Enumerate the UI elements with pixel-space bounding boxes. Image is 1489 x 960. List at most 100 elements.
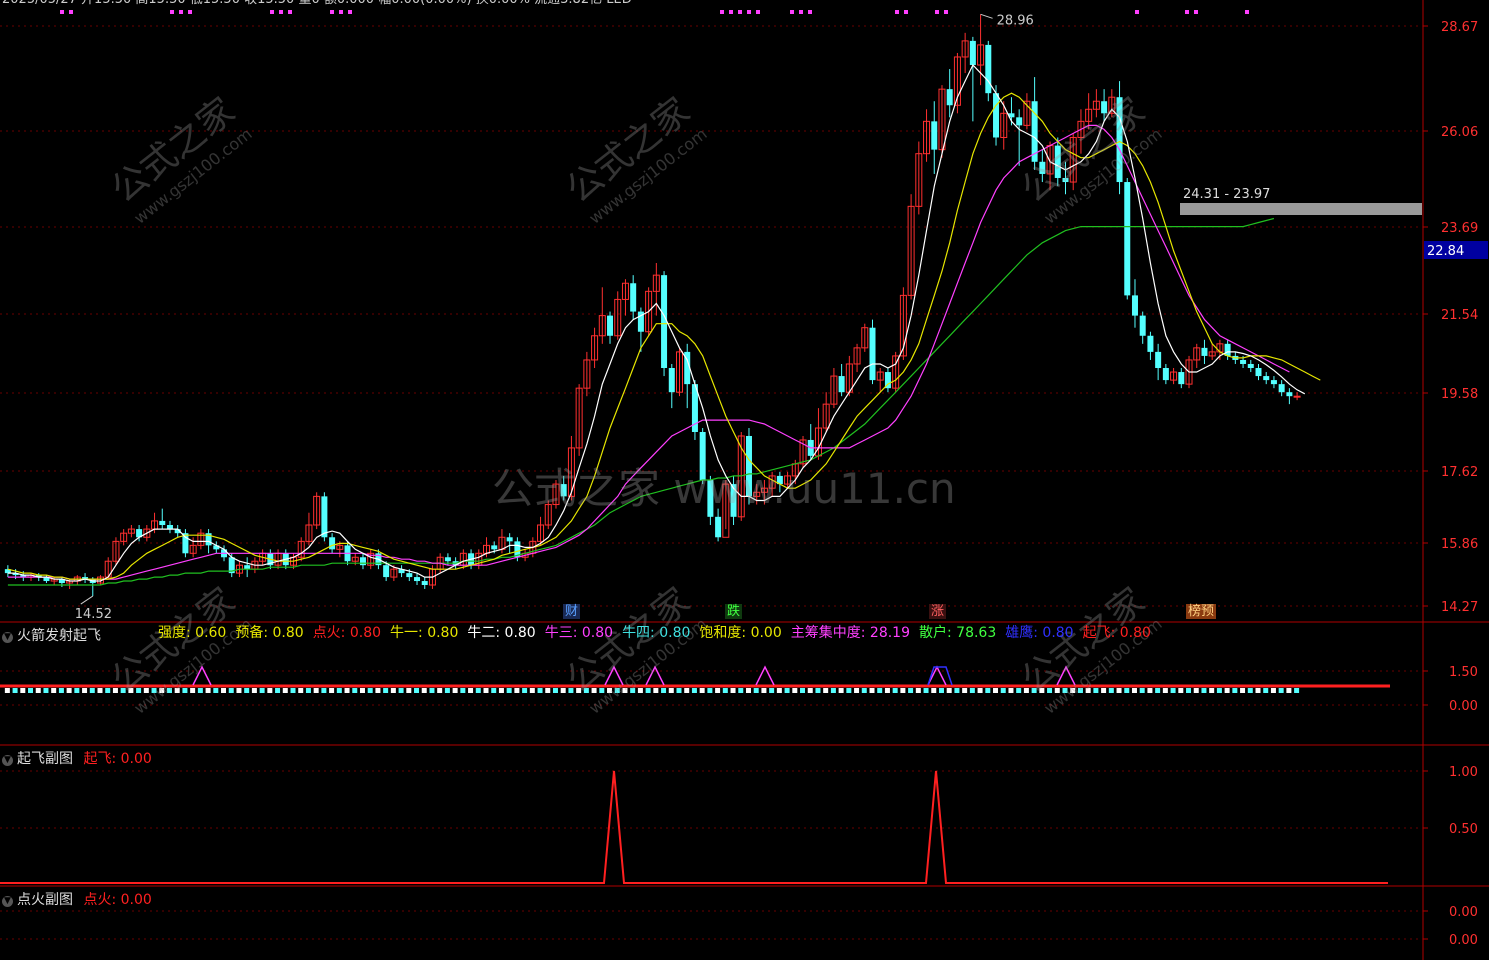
pane1-dot xyxy=(460,688,466,693)
candle-body-down xyxy=(321,496,328,538)
pane1-dot xyxy=(82,688,88,693)
pane1-dot xyxy=(12,688,18,693)
pane1-dot xyxy=(1178,688,1184,693)
pane1-dot xyxy=(58,688,64,693)
pane1-dot xyxy=(359,688,365,693)
candle-body-down xyxy=(1016,117,1023,126)
candle-body-down xyxy=(985,44,992,94)
top-signal-dot xyxy=(747,10,751,14)
pane1-dot xyxy=(522,688,528,693)
candle-body-down xyxy=(668,368,675,393)
candle-body-down xyxy=(444,557,451,562)
price-tick-label: 28.67 xyxy=(1441,20,1478,35)
pane1-dot xyxy=(838,688,844,693)
collapse-chevron-icon[interactable]: ▼ xyxy=(2,896,13,907)
candle-body-down xyxy=(1286,392,1293,397)
indicator-xiongying: 雄鹰: 0.80 xyxy=(1005,625,1074,641)
candle-body-down xyxy=(491,545,498,550)
pane2-title[interactable]: 起飞副图 xyxy=(17,751,73,767)
candle-body-down xyxy=(244,565,251,570)
indicator-zhuchou: 主筹集中度: 28.19 xyxy=(790,625,910,641)
candle-body-down xyxy=(969,40,976,66)
collapse-chevron-icon[interactable]: ▼ xyxy=(2,632,13,643)
pane1-dot xyxy=(444,688,450,693)
pane1-dot xyxy=(560,688,566,693)
pane1-dot xyxy=(784,688,790,693)
candle-body-down xyxy=(1139,315,1146,336)
pane1-dot xyxy=(228,688,234,693)
pane1-dot xyxy=(552,688,558,693)
top-signal-dot xyxy=(1245,10,1249,14)
candle-body-down xyxy=(421,581,428,585)
pane1-dot xyxy=(846,688,852,693)
pane1-dot xyxy=(722,688,728,693)
pane1-dot xyxy=(730,688,736,693)
candle-body-down xyxy=(1278,384,1285,393)
candle-body-down xyxy=(383,565,390,578)
indicator-dianhuo: 点火: 0.80 xyxy=(312,625,382,641)
pane1-tick-label: 1.50 xyxy=(1449,665,1478,680)
pane2-tick-label: 1.00 xyxy=(1449,765,1478,780)
top-signal-dot xyxy=(790,10,794,14)
candle-body-down xyxy=(414,577,421,582)
price-tick-label: 21.54 xyxy=(1441,308,1478,323)
top-signal-dot xyxy=(935,10,939,14)
pane3-title-row: ▼ 点火副图 点火: 0.00 xyxy=(2,889,152,909)
pane1-dot xyxy=(1162,688,1168,693)
candle-body-down xyxy=(1224,343,1231,356)
signal-badge-die: 跌 xyxy=(725,604,743,619)
pane1-dot xyxy=(707,688,713,693)
pane1-dot xyxy=(931,688,937,693)
pane1-dot xyxy=(1008,688,1014,693)
top-signal-dot xyxy=(279,10,283,14)
pane1-dot xyxy=(938,688,944,693)
pane1-dot xyxy=(977,688,983,693)
pane1-dot xyxy=(668,688,674,693)
pane1-dot xyxy=(66,688,72,693)
pane1-dot xyxy=(205,688,211,693)
pane1-dot xyxy=(830,688,836,693)
pane1-dot xyxy=(753,688,759,693)
pane1-indicator-row: 强度: 0.60 预备: 0.80 点火: 0.80 牛一: 0.80 牛二: 0.80… xyxy=(158,625,1151,641)
pane1-dot xyxy=(28,688,34,693)
pane1-dot xyxy=(1101,688,1107,693)
candle-body-down xyxy=(1263,376,1270,381)
candle-body-down xyxy=(946,89,953,106)
pane1-dot xyxy=(1155,688,1161,693)
pane1-dot xyxy=(375,688,381,693)
top-signal-dot xyxy=(895,10,899,14)
candle-body-down xyxy=(1155,351,1162,369)
pane1-dot xyxy=(221,688,227,693)
indicator-qiangdu: 强度: 0.60 xyxy=(158,625,227,641)
pane3-tick-label: 0.00 xyxy=(1449,933,1478,948)
pane1-dot xyxy=(321,688,327,693)
top-signal-dot xyxy=(1194,10,1198,14)
pane3-title[interactable]: 点火副图 xyxy=(17,892,73,908)
pane1-dot xyxy=(900,688,906,693)
pane1-dot xyxy=(1286,688,1292,693)
pane1-dot xyxy=(645,688,651,693)
candle-body-down xyxy=(1124,182,1131,296)
top-signal-dot xyxy=(179,10,183,14)
pane1-dot xyxy=(1263,688,1269,693)
pane1-dot xyxy=(437,688,443,693)
top-signal-dot xyxy=(904,10,908,14)
pane1-dot xyxy=(1232,688,1238,693)
pane1-dot xyxy=(776,688,782,693)
pane1-dot xyxy=(74,688,80,693)
pane1-dot xyxy=(884,688,890,693)
pane1-title[interactable]: 火箭发射起飞 xyxy=(17,628,101,644)
pane1-dot xyxy=(421,688,427,693)
pane1-dot xyxy=(1147,688,1153,693)
top-signal-dot xyxy=(270,10,274,14)
candle-body-down xyxy=(838,376,845,393)
pane1-dot xyxy=(290,688,296,693)
pane1-dot xyxy=(483,688,489,693)
top-signal-dot xyxy=(808,10,812,14)
pane1-dot xyxy=(1216,688,1222,693)
pane1-dot xyxy=(275,688,281,693)
collapse-chevron-icon[interactable]: ▼ xyxy=(2,755,13,766)
pane1-dot xyxy=(468,688,474,693)
pane1-dot xyxy=(313,688,319,693)
header-quote: 2025/05/27 开15.50 高15.50 低15.50 收15.50 量… xyxy=(2,0,632,8)
